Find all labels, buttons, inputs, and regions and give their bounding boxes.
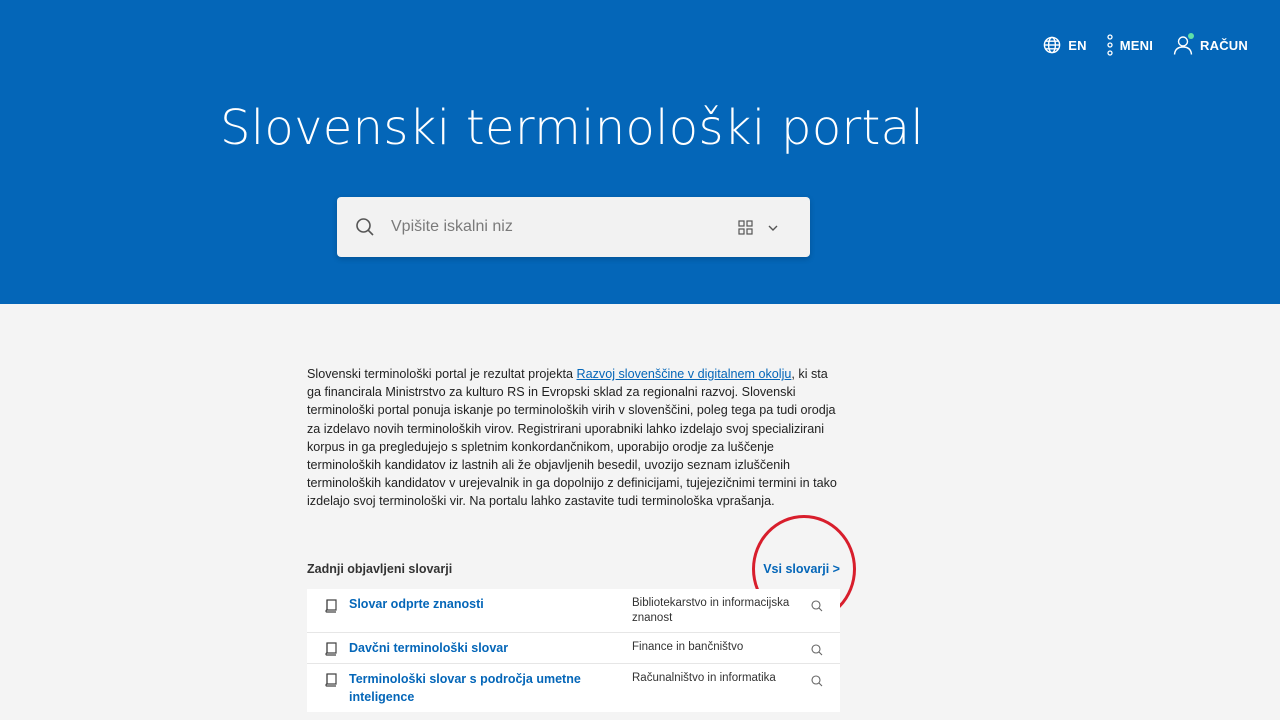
search-icon (355, 217, 375, 242)
all-dictionaries-link[interactable]: Vsi slovarji > (763, 562, 840, 576)
search-icon[interactable] (811, 643, 823, 661)
book-icon (325, 642, 337, 661)
dictionary-field: Bibliotekarstvo in informacijska znanost (632, 597, 790, 624)
dictionary-list: Slovar odprte znanosti Bibliotekarstvo i… (307, 589, 840, 712)
menu-label: MENI (1119, 37, 1154, 53)
vertical-dots-icon (1107, 34, 1113, 56)
globe-icon (1043, 36, 1061, 54)
account-status-dot (1188, 33, 1195, 39)
dictionary-name[interactable]: Davčni terminološki slovar (349, 639, 589, 657)
search-icon[interactable] (811, 599, 823, 617)
user-icon (1173, 33, 1195, 55)
top-navigation: EN MENI RAČUN (1023, 33, 1248, 56)
dictionary-field: Finance in bančništvo (632, 641, 744, 653)
chevron-down-icon[interactable] (767, 221, 779, 239)
section-title: Zadnji objavljeni slovarji (307, 562, 453, 576)
hero-banner: EN MENI RAČUN Slovenski terminološki por… (0, 0, 1280, 304)
intro-paragraph: Slovenski terminološki portal je rezulta… (307, 365, 843, 511)
project-link[interactable]: Razvoj slovenščine v digitalnem okolju (577, 367, 792, 381)
latest-dictionaries-header: Zadnji objavljeni slovarji Vsi slovarji … (307, 560, 840, 578)
book-icon (325, 673, 337, 692)
language-switch-button[interactable]: EN (1043, 36, 1087, 54)
intro-text-start: Slovenski terminološki portal je rezulta… (307, 367, 577, 381)
book-icon (325, 599, 337, 618)
language-label: EN (1068, 37, 1087, 53)
search-icon[interactable] (811, 674, 823, 692)
menu-button[interactable]: MENI (1107, 34, 1153, 56)
search-box (337, 197, 810, 257)
dictionary-row[interactable]: Davčni terminološki slovar Finance in ba… (307, 633, 840, 664)
grid-view-icon[interactable] (738, 220, 753, 240)
account-label: RAČUN (1200, 37, 1248, 53)
dictionary-name[interactable]: Terminološki slovar s področja umetne in… (349, 670, 589, 706)
search-input[interactable] (391, 211, 711, 243)
page-title: Slovenski terminološki portal (220, 100, 924, 156)
dictionary-field: Računalništvo in informatika (632, 672, 776, 684)
dictionary-row[interactable]: Terminološki slovar s področja umetne in… (307, 664, 840, 712)
account-button[interactable]: RAČUN (1173, 33, 1248, 55)
dictionary-row[interactable]: Slovar odprte znanosti Bibliotekarstvo i… (307, 589, 840, 633)
intro-text-rest: , ki sta ga financirala Ministrstvo za k… (307, 367, 837, 509)
dictionary-name[interactable]: Slovar odprte znanosti (349, 595, 589, 613)
